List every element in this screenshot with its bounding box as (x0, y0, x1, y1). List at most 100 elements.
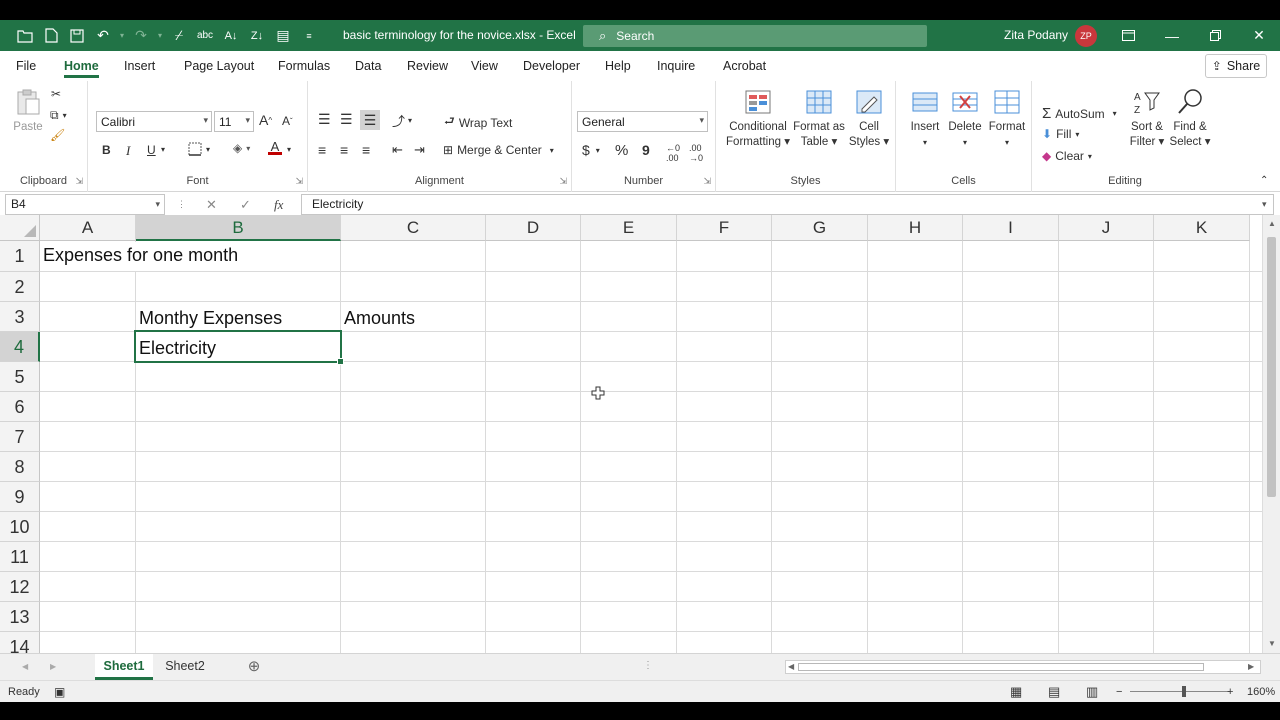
zoom-in-icon[interactable]: + (1227, 681, 1233, 702)
scroll-down-icon[interactable]: ▼ (1268, 639, 1276, 648)
bold-button[interactable]: B (102, 143, 111, 157)
font-launcher-icon[interactable]: ⇲ (295, 176, 303, 187)
sheet-tab-sheet2[interactable]: Sheet2 (156, 654, 214, 680)
sheet-next-icon[interactable]: ▶ (50, 662, 56, 671)
column-header-g[interactable]: G (772, 215, 868, 241)
open-folder-icon[interactable] (12, 20, 38, 51)
row-header-4[interactable]: 4 (0, 332, 40, 362)
increase-font-size-icon[interactable]: A ^ (259, 112, 272, 128)
add-sheet-icon[interactable]: ⊕ (240, 654, 268, 680)
row-header-7[interactable]: 7 (0, 422, 40, 452)
align-center-icon[interactable]: ≡ (340, 142, 348, 158)
column-header-i[interactable]: I (963, 215, 1059, 241)
scroll-left-icon[interactable]: ◀ (788, 662, 794, 671)
fill-color-icon[interactable]: ◈ ▾ (233, 141, 250, 155)
column-header-j[interactable]: J (1059, 215, 1154, 241)
row-header-14[interactable]: 14 (0, 632, 40, 653)
insert-cells-button[interactable]: Insert ▾ (906, 87, 944, 150)
sheet-prev-icon[interactable]: ◀ (22, 662, 28, 671)
tab-review[interactable]: Review (407, 51, 448, 81)
align-right-icon[interactable]: ≡ (362, 142, 370, 158)
format-painter-icon[interactable]: 🖌 (50, 128, 65, 142)
tab-insert[interactable]: Insert (124, 51, 155, 81)
tab-acrobat[interactable]: Acrobat (723, 51, 766, 81)
column-header-h[interactable]: H (868, 215, 963, 241)
find-select-button[interactable]: Find & Select ▾ (1168, 87, 1212, 150)
column-header-d[interactable]: D (486, 215, 581, 241)
format-cells-button[interactable]: Format ▾ (986, 87, 1028, 150)
orientation-icon[interactable]: ⤴ ▾ (392, 111, 412, 130)
tab-view[interactable]: View (471, 51, 498, 81)
sheet-tab-sheet1[interactable]: Sheet1 (95, 654, 153, 680)
number-launcher-icon[interactable]: ⇲ (703, 176, 711, 187)
scroll-right-icon[interactable]: ▶ (1248, 662, 1254, 671)
clipboard-launcher-icon[interactable]: ⇲ (75, 176, 83, 187)
undo-dropdown-icon[interactable]: ▾ (116, 20, 128, 51)
currency-button[interactable]: $ ▾ (582, 142, 600, 158)
font-size-select[interactable]: 11 ▾ (214, 111, 254, 132)
font-name-select[interactable]: Calibri ▾ (96, 111, 212, 132)
user-name[interactable]: Zita Podany (1004, 20, 1068, 51)
percent-button[interactable]: % (615, 142, 628, 159)
column-header-e[interactable]: E (581, 215, 677, 241)
row-header-2[interactable]: 2 (0, 272, 40, 302)
decrease-indent-icon[interactable]: ⇤ (392, 142, 403, 158)
decrease-decimal-icon[interactable]: .00 →0 (689, 143, 703, 163)
row-header-11[interactable]: 11 (0, 542, 40, 572)
tab-data[interactable]: Data (355, 51, 381, 81)
align-left-icon[interactable]: ≡ (318, 142, 326, 158)
cancel-entry-icon[interactable]: ✕ (206, 194, 217, 215)
number-format-select[interactable]: General ▾ (577, 111, 708, 132)
restore-icon[interactable] (1193, 20, 1237, 51)
cell-b3[interactable]: Monthy Expenses (136, 308, 282, 329)
column-header-a[interactable]: A (40, 215, 136, 241)
cell-styles-button[interactable]: Cell Styles ▾ (848, 87, 890, 150)
increase-decimal-icon[interactable]: ←0.00 (666, 143, 680, 163)
undo-icon[interactable]: ↶ (90, 20, 116, 51)
customize-toolbar-icon[interactable]: ≡ (296, 20, 322, 51)
horizontal-scroll-thumb[interactable] (798, 663, 1204, 671)
underline-button[interactable]: U (147, 143, 156, 157)
cut-icon[interactable]: ✂ (51, 87, 61, 101)
row-header-9[interactable]: 9 (0, 482, 40, 512)
comma-style-button[interactable]: 9 (642, 142, 650, 158)
borders-icon[interactable]: ▾ (188, 142, 210, 156)
fill-button[interactable]: ⬇ Fill ▾ (1042, 127, 1079, 141)
search-box[interactable]: ⌕ Search (583, 25, 927, 47)
clear-button[interactable]: ◆ Clear ▾ (1042, 149, 1092, 163)
conditional-formatting-button[interactable]: Conditional Formatting ▾ (726, 87, 790, 150)
row-header-10[interactable]: 10 (0, 512, 40, 542)
tab-inquire[interactable]: Inquire (657, 51, 695, 81)
column-header-c[interactable]: C (341, 215, 486, 241)
row-header-12[interactable]: 12 (0, 572, 40, 602)
worksheet-grid[interactable]: A B C D E F G H I J K 1 2 3 4 5 6 7 8 9 … (0, 215, 1262, 653)
row-header-6[interactable]: 6 (0, 392, 40, 422)
page-layout-view-icon[interactable]: ▤ (1048, 681, 1060, 702)
autosum-button[interactable]: Σ AutoSum ▾ (1042, 105, 1117, 122)
column-header-k[interactable]: K (1154, 215, 1250, 241)
increase-indent-icon[interactable]: ⇥ (414, 142, 425, 158)
align-bottom-icon[interactable]: ☰ (360, 110, 380, 130)
alignment-launcher-icon[interactable]: ⇲ (559, 176, 567, 187)
vertical-scrollbar[interactable]: ▲ ▼ (1262, 215, 1280, 653)
tab-formulas[interactable]: Formulas (278, 51, 330, 81)
tab-home[interactable]: Home (64, 51, 99, 81)
font-color-dropdown-icon[interactable]: ▾ (287, 145, 291, 154)
font-color-icon[interactable]: A (268, 139, 282, 155)
copy-icon[interactable]: ⧉ ▾ (50, 108, 67, 123)
row-header-1[interactable]: 1 (0, 241, 40, 272)
print-preview-icon[interactable]: ▤ (270, 20, 296, 51)
save-icon[interactable] (64, 20, 90, 51)
close-icon[interactable]: ✕ (1237, 20, 1280, 51)
decrease-font-size-icon[interactable]: Aˇ (282, 114, 293, 128)
zoom-slider[interactable] (1130, 691, 1230, 692)
sort-descending-icon[interactable]: Z↓ (244, 20, 270, 51)
delete-cells-button[interactable]: Delete ▾ (946, 87, 984, 150)
column-header-b[interactable]: B (136, 215, 341, 241)
cell-c3[interactable]: Amounts (341, 308, 415, 329)
collapse-ribbon-icon[interactable]: ⌃ (1260, 175, 1268, 186)
merge-center-button[interactable]: ⊞ Merge & Center ▾ (443, 143, 554, 157)
column-header-f[interactable]: F (677, 215, 772, 241)
tab-help[interactable]: Help (605, 51, 631, 81)
sort-filter-button[interactable]: AZ Sort & Filter ▾ (1127, 87, 1167, 150)
